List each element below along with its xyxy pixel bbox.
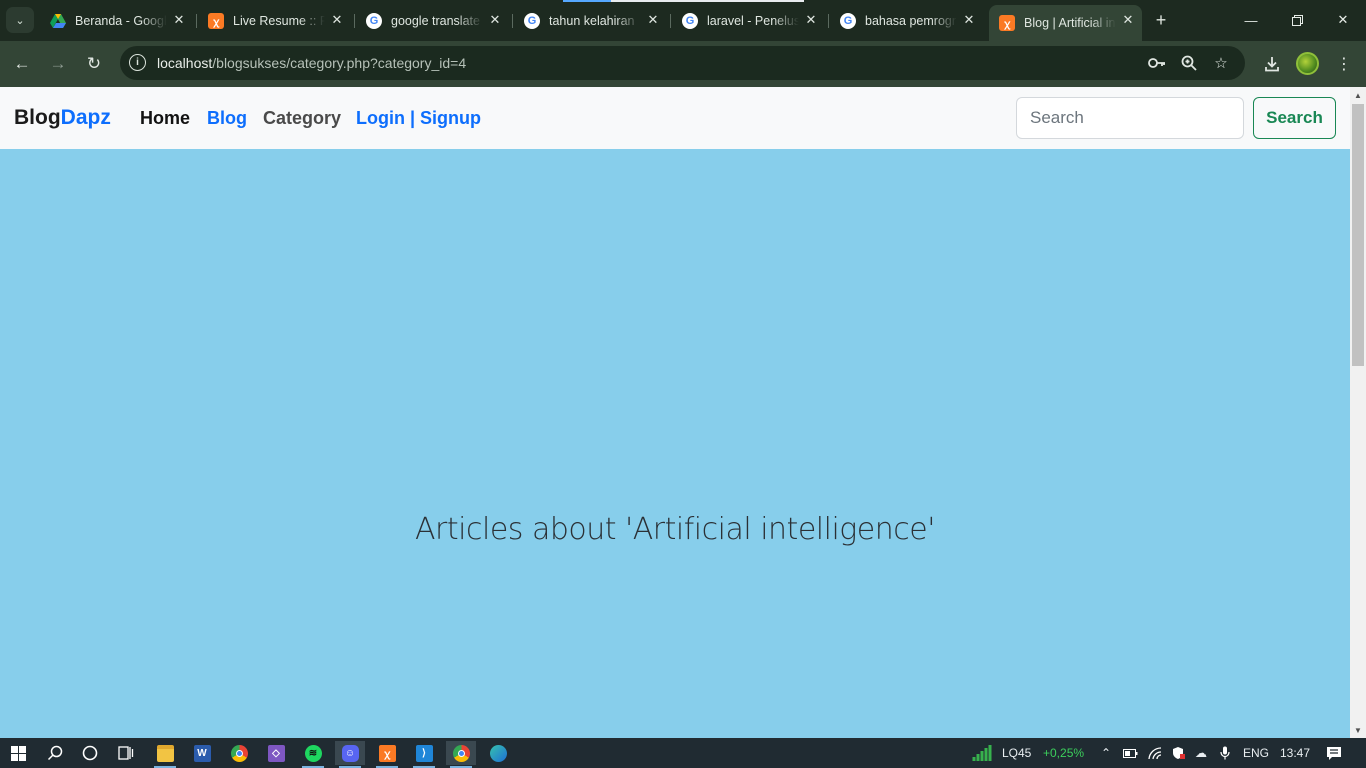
page-scrollbar[interactable]: ▲ ▼ [1350, 87, 1366, 738]
page-viewport: BlogDapz Home Blog Category Login | Sign… [0, 87, 1350, 738]
task-view-icon[interactable] [111, 741, 141, 765]
notification-center-icon[interactable] [1325, 745, 1343, 761]
google-icon [682, 12, 698, 29]
close-tab-icon[interactable]: ✕ [1120, 12, 1136, 28]
stock-change[interactable]: +0,25% [1043, 746, 1084, 760]
spotify-icon[interactable]: ≋ [298, 741, 328, 768]
wifi-icon[interactable] [1147, 745, 1163, 761]
tab-title: tahun kelahiran [549, 13, 635, 28]
google-icon [366, 12, 382, 29]
microphone-icon[interactable] [1217, 745, 1233, 761]
new-tab-plus-icon[interactable]: + [1150, 9, 1172, 31]
stock-chart-icon[interactable] [972, 743, 994, 763]
close-tab-icon[interactable]: ✕ [329, 12, 345, 28]
onedrive-cloud-icon[interactable]: ☁ [1193, 745, 1209, 761]
scrollbar-thumb[interactable] [1352, 104, 1364, 366]
scroll-down-arrow-icon[interactable]: ▼ [1354, 726, 1362, 735]
reload-icon[interactable]: ↻ [82, 52, 106, 76]
windows-start-icon[interactable] [3, 741, 33, 765]
nav-link-blog[interactable]: Blog [207, 108, 247, 129]
kebab-menu-icon[interactable]: ⋮ [1332, 52, 1356, 76]
edge-icon[interactable] [483, 741, 513, 765]
profile-avatar-icon[interactable] [1296, 52, 1319, 75]
zoom-icon[interactable] [1180, 54, 1198, 72]
browser-tab[interactable]: Beranda - Google Drive ✕ [40, 6, 193, 35]
input-language[interactable]: ENG [1243, 746, 1269, 760]
minimize-icon[interactable]: — [1228, 0, 1274, 40]
battery-icon[interactable] [1122, 745, 1138, 761]
restore-icon[interactable] [1274, 0, 1320, 40]
file-explorer-icon[interactable] [150, 741, 180, 768]
browser-tab[interactable]: bahasa pemrograman ✕ [830, 6, 983, 35]
url-text[interactable]: localhost/blogsukses/category.php?catego… [157, 55, 466, 71]
browser-tab[interactable]: tahun kelahiran ✕ [514, 6, 667, 35]
xampp-icon: ꭓ [999, 15, 1015, 31]
address-bar[interactable]: i localhost/blogsukses/category.php?cate… [120, 46, 1245, 80]
tab-title: google translate [391, 13, 480, 28]
tab-title: bahasa pemrograman [865, 13, 957, 28]
close-window-icon[interactable]: ✕ [1320, 0, 1366, 40]
browser-tab[interactable]: ꭓ Live Resume :: Portfolio ✕ [198, 6, 351, 35]
stock-symbol[interactable]: LQ45 [1002, 746, 1031, 760]
xampp-taskbar-icon[interactable]: ꭓ [372, 741, 402, 768]
tab-separator [670, 14, 671, 28]
browser-tab-strip: ⌄ Beranda - Google Drive ✕ ꭓ Live Resume… [0, 0, 1366, 41]
xampp-icon: ꭓ [208, 12, 224, 29]
loading-indicator-track [611, 0, 804, 2]
back-arrow-icon[interactable]: ← [10, 52, 34, 76]
browser-tab[interactable]: laravel - Penelusuran ✕ [672, 6, 825, 35]
tab-search-chevron-icon[interactable]: ⌄ [6, 7, 34, 33]
discord-icon[interactable]: ☺ [335, 741, 365, 768]
scroll-up-arrow-icon[interactable]: ▲ [1354, 91, 1362, 100]
tab-separator [196, 14, 197, 28]
tab-title: Beranda - Google Drive [75, 13, 167, 28]
nav-link-login-signup[interactable]: Login | Signup [356, 108, 481, 129]
cortana-circle-icon[interactable] [75, 741, 105, 765]
chrome-icon[interactable] [224, 741, 254, 765]
google-icon [524, 12, 540, 29]
word-icon[interactable]: W [187, 741, 217, 765]
site-info-icon[interactable]: i [129, 54, 146, 71]
close-tab-icon[interactable]: ✕ [487, 12, 503, 28]
tab-title: Blog | Artificial intelligence [1024, 16, 1116, 30]
google-drive-icon [50, 13, 66, 29]
close-tab-icon[interactable]: ✕ [645, 12, 661, 28]
visual-studio-icon[interactable]: ◇ [261, 741, 291, 765]
search-input[interactable] [1016, 97, 1244, 139]
tab-separator [828, 14, 829, 28]
browser-tab[interactable]: google translate ✕ [356, 6, 509, 35]
loading-indicator-blue [563, 0, 611, 2]
bookmark-star-icon[interactable]: ☆ [1212, 54, 1230, 72]
security-shield-icon[interactable] [1170, 745, 1186, 761]
nav-link-home[interactable]: Home [140, 108, 190, 129]
site-navbar: BlogDapz Home Blog Category Login | Sign… [0, 87, 1350, 149]
clock-time[interactable]: 13:47 [1280, 746, 1310, 760]
search-button[interactable]: Search [1253, 97, 1336, 139]
windows-taskbar: W ◇ ≋ ☺ ꭓ ⟩ LQ45 +0,25% ⌃ ☁ ENG 13:47 [0, 738, 1366, 768]
nav-link-category[interactable]: Category [263, 108, 341, 129]
site-brand-logo[interactable]: BlogDapz [14, 106, 111, 130]
forward-arrow-icon[interactable]: → [46, 52, 70, 76]
close-tab-icon[interactable]: ✕ [171, 12, 187, 28]
vscode-icon[interactable]: ⟩ [409, 741, 439, 768]
close-tab-icon[interactable]: ✕ [961, 12, 977, 28]
tab-title: Live Resume :: Portfolio [233, 13, 325, 28]
category-heading: Articles about 'Artificial intelligence' [415, 512, 935, 547]
tab-separator [512, 14, 513, 28]
browser-toolbar: ← → ↻ i localhost/blogsukses/category.ph… [0, 41, 1366, 87]
tab-title: laravel - Penelusuran [707, 13, 799, 28]
download-icon[interactable] [1260, 52, 1284, 76]
password-key-icon[interactable] [1148, 54, 1166, 72]
browser-tab-active[interactable]: ꭓ Blog | Artificial intelligence ✕ [989, 5, 1142, 41]
chevron-up-icon[interactable]: ⌃ [1098, 745, 1114, 761]
google-icon [840, 12, 856, 29]
search-icon[interactable] [40, 741, 70, 765]
tab-separator [354, 14, 355, 28]
chrome-taskbar-active-icon[interactable] [446, 741, 476, 768]
close-tab-icon[interactable]: ✕ [803, 12, 819, 28]
